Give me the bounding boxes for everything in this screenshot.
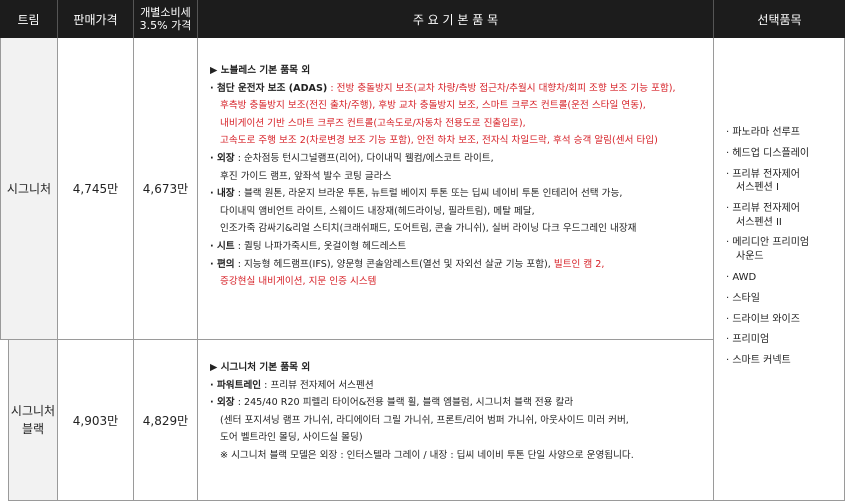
seat-text: : 퀼팅 나파가죽시트, 옷걸이형 헤드레스트 xyxy=(234,240,407,252)
seat-line: · 시트 : 퀼팅 나파가죽시트, 옷걸이형 헤드레스트 xyxy=(210,238,713,256)
seat-label: · 시트 xyxy=(210,240,235,252)
header-tax-line1: 개별소비세 xyxy=(140,6,191,19)
features-cell-signature: ▶ 노블레스 기본 품목 외 · 첨단 운전자 보조 (ADAS) : 전방 충… xyxy=(198,38,714,340)
black-exterior-label: · 외장 xyxy=(210,397,235,409)
tax-price-cell: 4,673만 xyxy=(134,38,198,340)
adas-label: · 첨단 운전자 보조 (ADAS) xyxy=(210,82,328,94)
trim-name: 시그니처 xyxy=(6,182,52,196)
option-label: · 헤드업 디스플레이 xyxy=(726,147,810,159)
price-cell-black: 4,903만 xyxy=(58,340,134,501)
option-item: · 프리미엄 xyxy=(726,333,844,346)
adas-text: : 전방 충돌방지 보조(교차 차량/측방 접근차/추월시 대향차/회피 조향 … xyxy=(327,82,676,94)
exterior-line-1: · 외장 : 순차점등 턴시그널램프(리어), 다이내믹 웰컴/에스코트 라이트… xyxy=(210,150,713,168)
tax-price-value: 4,673만 xyxy=(142,182,189,196)
tax-price-cell-black: 4,829만 xyxy=(134,340,198,501)
convenience-line-2: 증강현실 내비게이션, 지문 인증 시스템 xyxy=(220,276,377,288)
black-exterior-line-1: · 외장 : 245/40 R20 피렐리 타이어&전용 블랙 휠, 블랙 엠블… xyxy=(210,394,713,412)
exterior-line-2: 후진 가이드 램프, 앞좌석 발수 코팅 글라스 xyxy=(220,170,392,182)
trim-cell-signature: 시그니처 xyxy=(0,38,58,340)
block-title: ▶ 노블레스 기본 품목 외 xyxy=(210,65,311,76)
option-label: · 파노라마 선루프 xyxy=(726,127,800,138)
header-price-label: 판매가격 xyxy=(73,12,118,27)
exterior-label: · 외장 xyxy=(210,152,235,164)
option-label: · AWD xyxy=(726,271,757,283)
interior-line-2: 다이내믹 앰비언트 라이트, 스웨이드 내장재(헤드라이닝, 필라트림), 메탈… xyxy=(220,205,535,217)
powertrain-line: · 파워트레인 : 프리뷰 전자제어 서스펜션 xyxy=(210,377,713,395)
option-label: · 스타일 xyxy=(726,292,760,304)
option-item: · 파노라마 선루프 xyxy=(726,126,844,139)
option-item: · 프리뷰 전자제어 서스펜션 II xyxy=(726,202,844,229)
powertrain-label: · 파워트레인 xyxy=(210,379,262,391)
black-exterior-text: : 245/40 R20 피렐리 타이어&전용 블랙 휠, 블랙 엠블럼, 시그… xyxy=(234,397,574,409)
option-item: · 프리뷰 전자제어서스펜션 I xyxy=(726,168,844,195)
features-cell-signature-black: ▶ 시그니처 기본 품목 외 · 파워트레인 : 프리뷰 전자제어 서스펜션 ·… xyxy=(198,340,714,501)
option-item: · 메리디안 프리미엄 사운드 xyxy=(726,236,844,263)
price-cell: 4,745만 xyxy=(58,38,134,340)
trim-cell-signature-black: 시그니처 블랙 xyxy=(8,340,58,501)
option-label: · 프리뷰 전자제어 xyxy=(726,203,800,215)
option-item: · 헤드업 디스플레이 xyxy=(726,147,844,160)
option-label: · 메리디안 프리미엄 xyxy=(726,237,810,249)
option-label-line2: 서스펜션 II xyxy=(736,216,782,228)
exterior-text: : 순차점등 턴시그널램프(리어), 다이내믹 웰컴/에스코트 라이트, xyxy=(234,152,494,164)
option-item: · 스마트 커넥트 xyxy=(726,354,844,367)
black-exterior-line-3: 도어 벨트라인 몰딩, 사이드실 몰딩) xyxy=(220,432,363,444)
black-exterior-line-2: (센터 포지셔닝 램프 가니쉬, 라디에이터 그릴 가니쉬, 프론트/리어 범퍼… xyxy=(220,414,629,426)
features-list-black: ▶ 시그니처 기본 품목 외 · 파워트레인 : 프리뷰 전자제어 서스펜션 ·… xyxy=(198,340,713,465)
adas-line-1: · 첨단 운전자 보조 (ADAS) : 전방 충돌방지 보조(교차 차량/측방… xyxy=(210,80,713,98)
convenience-line-1: · 편의 : 지능형 헤드램프(IFS), 양문형 콘솔암레스트(열선 및 자외… xyxy=(210,256,713,274)
price-table: 트림 판매가격 개별소비세 3.5% 가격 주 요 기 본 품 목 선택품목 시… xyxy=(0,0,845,501)
block-title-black: ▶ 시그니처 기본 품목 외 xyxy=(210,362,311,373)
option-item: · 드라이브 와이즈 xyxy=(726,313,844,326)
option-label: · 스마트 커넥트 xyxy=(726,355,791,367)
features-list: ▶ 노블레스 기본 품목 외 · 첨단 운전자 보조 (ADAS) : 전방 충… xyxy=(198,38,713,291)
trim-name-line1: 시그니처 xyxy=(10,404,56,418)
trim-name-line2: 블랙 xyxy=(21,422,45,436)
powertrain-text: : 프리뷰 전자제어 서스펜션 xyxy=(261,379,374,391)
options-list: · 파노라마 선루프 · 헤드업 디스플레이 · 프리뷰 전자제어 서스펜션 I … xyxy=(714,38,844,368)
convenience-label: · 편의 xyxy=(210,258,235,270)
option-label-line2: 사운드 xyxy=(736,250,764,262)
header-features: 주 요 기 본 품 목 xyxy=(198,0,714,38)
options-cell: · 파노라마 선루프 · 헤드업 디스플레이 · 프리뷰 전자제어 서스펜션 I … xyxy=(714,38,845,501)
adas-line-4: 고속도로 주행 보조 2(차로변경 보조 기능 포함), 안전 하차 보조, 전… xyxy=(220,135,658,147)
option-item: · AWD xyxy=(726,271,844,284)
header-trim: 트림 xyxy=(0,0,58,38)
adas-line-2: 후측방 충돌방지 보조(전진 출차/주행), 후방 교차 충돌방지 보조, 스마… xyxy=(220,100,646,112)
convenience-red-text: 빌트인 캠 2, xyxy=(553,258,605,270)
option-label: · 프리뷰 전자제어 xyxy=(726,168,800,180)
header-tax-price: 개별소비세 3.5% 가격 xyxy=(134,0,198,38)
convenience-text: : 지능형 헤드램프(IFS), 양문형 콘솔암레스트(열선 및 자외선 살균 … xyxy=(234,258,554,270)
price-value-black: 4,903만 xyxy=(72,413,119,428)
black-model-note: ※ 시그니처 블랙 모델은 외장 : 인터스텔라 그레이 / 내장 : 딥씨 네… xyxy=(220,449,634,461)
adas-line-3: 내비게이션 기반 스마트 크루즈 컨트롤(고속도로/자동차 전용도로 진출입로)… xyxy=(220,117,526,129)
price-value: 4,745만 xyxy=(72,182,119,196)
header-trim-label: 트림 xyxy=(17,12,40,27)
tax-price-value-black: 4,829만 xyxy=(142,413,189,428)
header-tax-line2: 3.5% 가격 xyxy=(139,19,192,32)
option-label-line2: 서스펜션 I xyxy=(736,182,779,194)
interior-line-3: 인조가죽 감싸기&리얼 스티치(크래쉬패드, 도어트림, 콘솔 가니쉬), 실버… xyxy=(220,223,637,235)
header-options-label: 선택품목 xyxy=(757,12,802,27)
header-options: 선택품목 xyxy=(714,0,845,38)
interior-line-1: · 내장 : 블랙 원톤, 라운지 브라운 투톤, 뉴트럴 베이지 투톤 또는 … xyxy=(210,185,713,203)
option-item: · 스타일 xyxy=(726,292,844,305)
interior-text: : 블랙 원톤, 라운지 브라운 투톤, 뉴트럴 베이지 투톤 또는 딥씨 네이… xyxy=(234,188,623,200)
header-features-label: 주 요 기 본 품 목 xyxy=(412,12,499,27)
option-label: · 프리미엄 xyxy=(726,334,770,346)
header-price: 판매가격 xyxy=(58,0,134,38)
interior-label: · 내장 xyxy=(210,188,235,200)
option-label: · 드라이브 와이즈 xyxy=(726,313,800,325)
